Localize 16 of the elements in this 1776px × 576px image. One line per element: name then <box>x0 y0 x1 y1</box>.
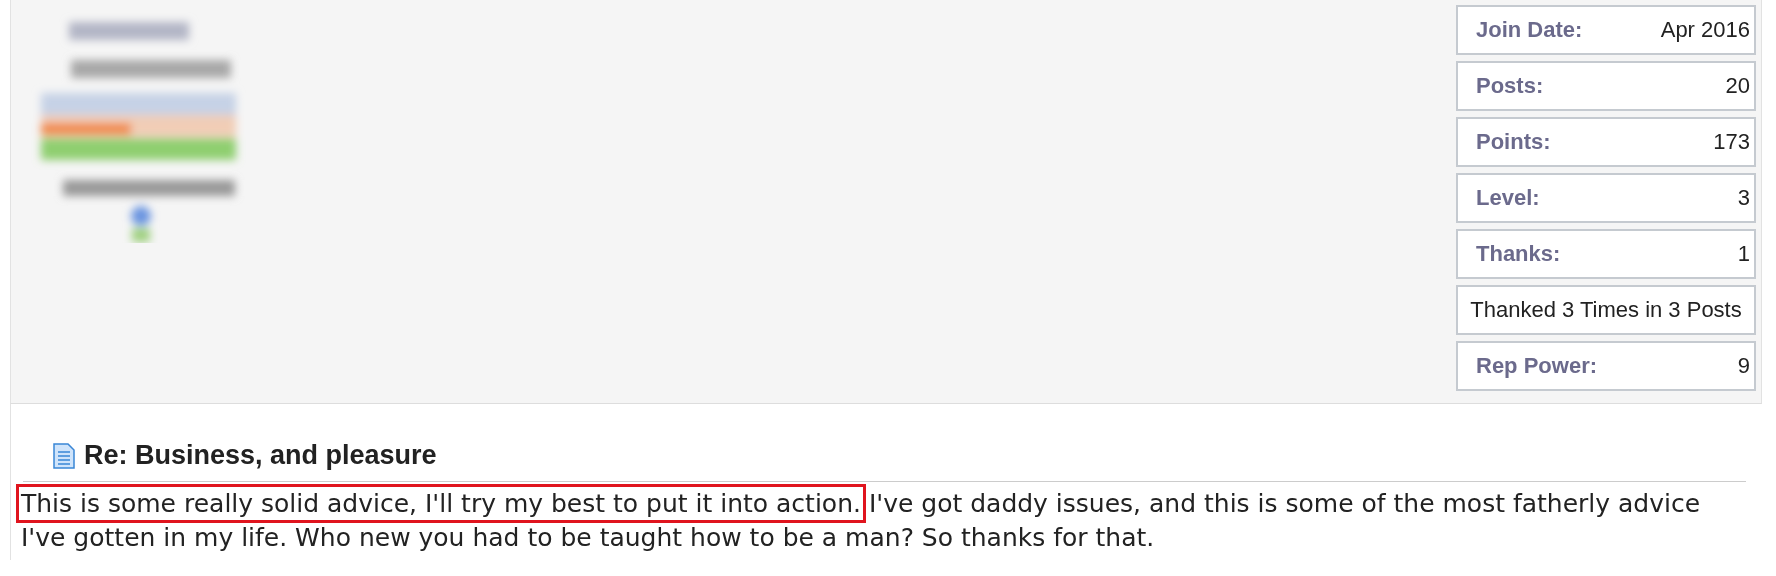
stat-label: Posts: <box>1476 73 1544 99</box>
stat-value: 9 <box>1737 353 1750 379</box>
document-icon <box>53 442 75 469</box>
stat-label: Rep Power: <box>1476 353 1598 379</box>
stat-value: 3 <box>1737 185 1750 211</box>
stat-value: Apr 2016 <box>1660 17 1750 43</box>
stat-label: Join Date: <box>1476 17 1583 43</box>
stat-label: Thanks: <box>1476 241 1561 267</box>
stat-value: 1 <box>1737 241 1750 267</box>
stat-label: Level: <box>1476 185 1540 211</box>
stat-value: 20 <box>1725 73 1750 99</box>
stat-value: 173 <box>1713 129 1750 155</box>
stat-label: Points: <box>1476 129 1551 155</box>
thanks-summary: Thanked 3 Times in 3 Posts <box>1470 297 1742 323</box>
post-title: Re: Business, and pleasure <box>84 440 437 471</box>
post-body: This is some really solid advice, I'll try my best to put it into action. I've got daddy issues, and this is some of the most fatherly advice I've gotten in my life. Who new you had to be taught how to be a man? So thanks for that. <box>15 482 1727 560</box>
